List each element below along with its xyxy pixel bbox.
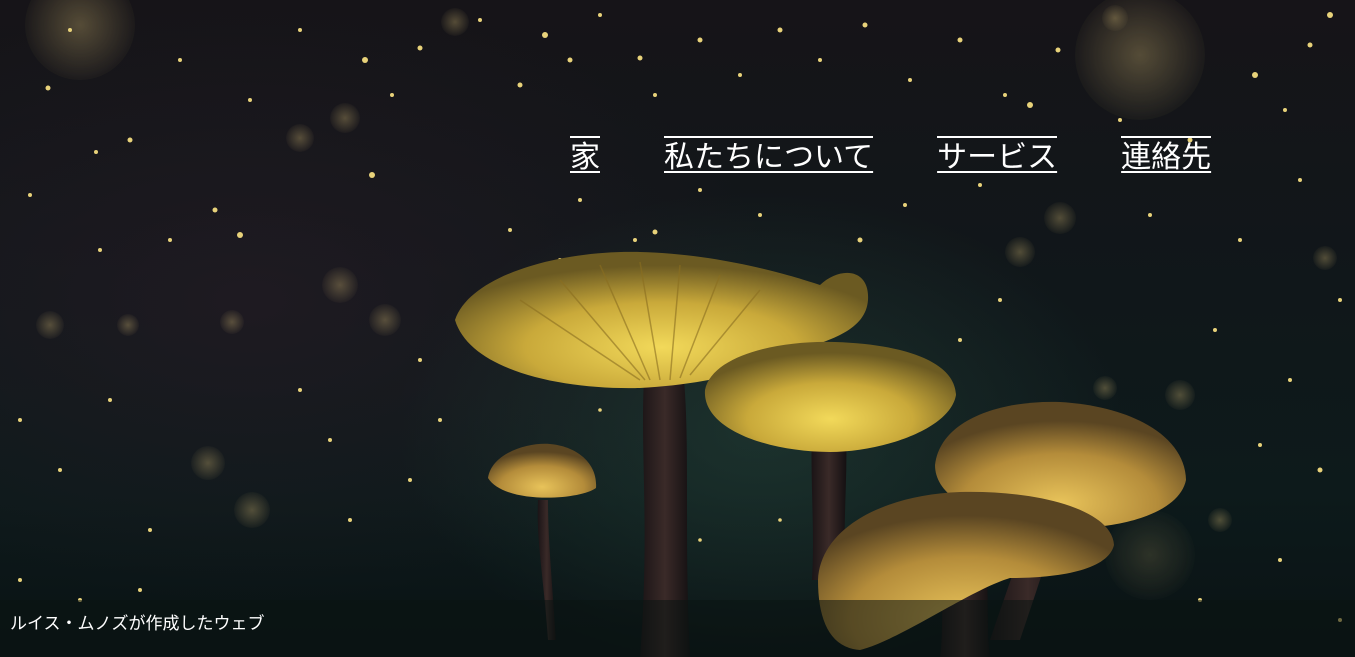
nav-link-home[interactable]: 家: [570, 136, 600, 180]
footer-credit: ルイス・ムノズが作成したウェブ: [10, 614, 265, 634]
hero-background: 家 私たちについて サービス 連絡先 ルイス・ムノズが作成したウェブ: [0, 0, 1355, 657]
nav-link-contact[interactable]: 連絡先: [1121, 136, 1212, 180]
main-nav: 家 私たちについて サービス 連絡先: [570, 136, 1212, 180]
nav-link-about-us[interactable]: 私たちについて: [664, 136, 874, 180]
nav-link-services[interactable]: サービス: [937, 136, 1058, 180]
mushrooms-image: [0, 0, 1355, 657]
